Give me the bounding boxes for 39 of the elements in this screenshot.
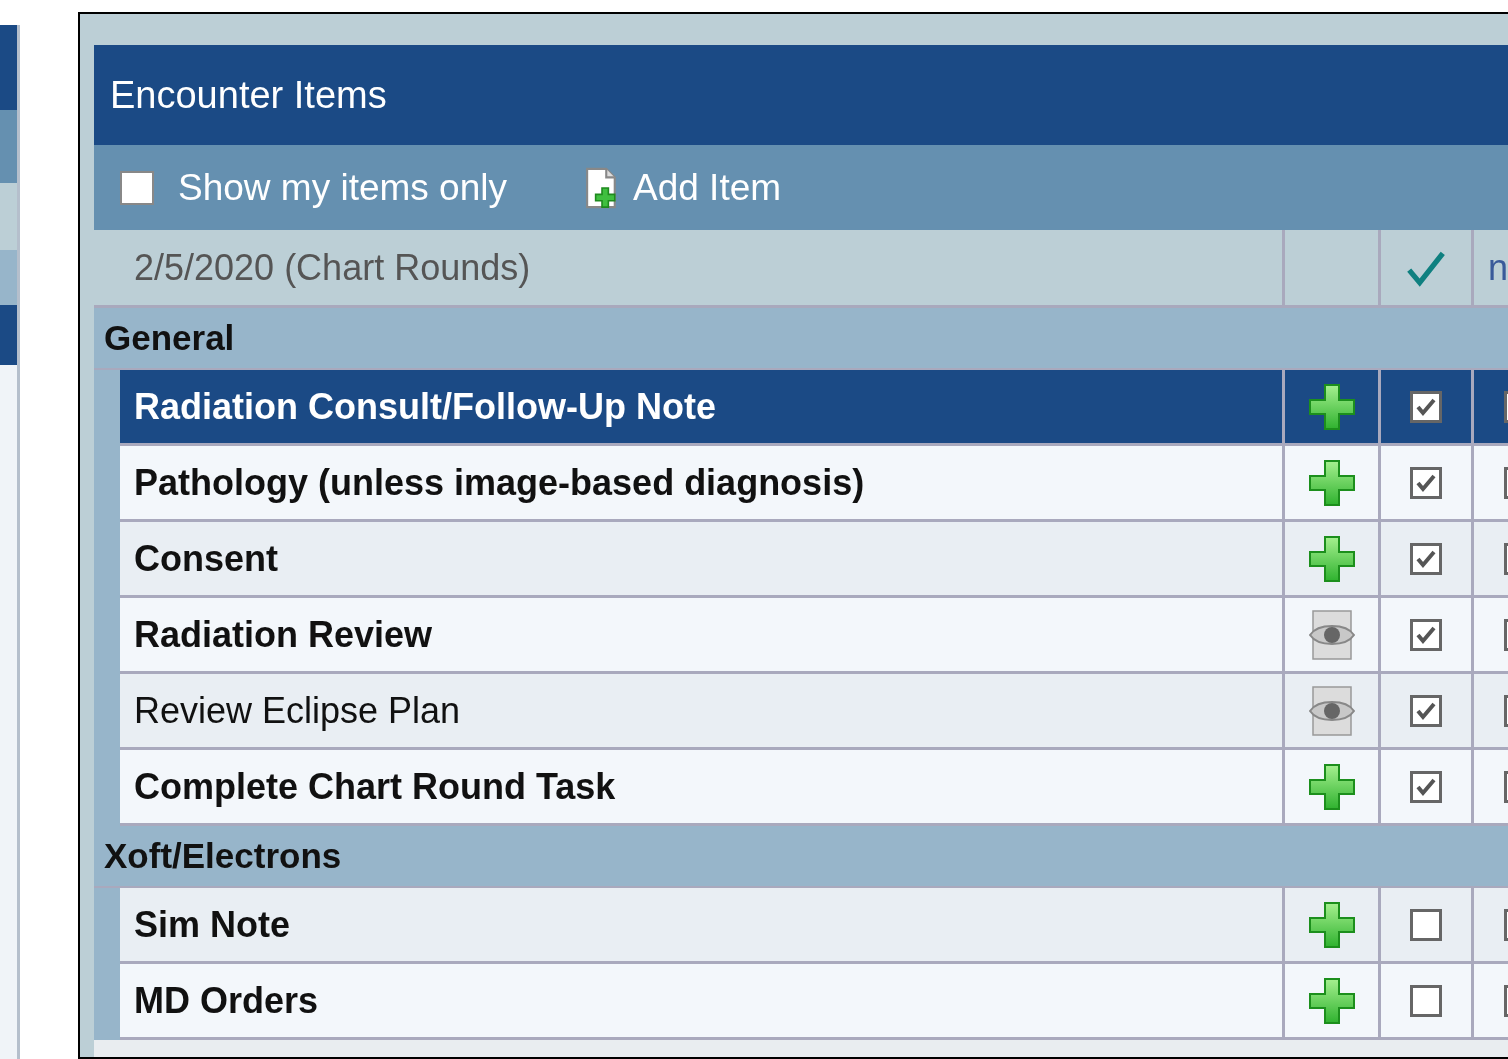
item-row[interactable]: Sim Note (120, 888, 1508, 964)
checkbox[interactable] (1410, 542, 1442, 575)
item-name: Consent (134, 537, 278, 580)
column-heading: n (1487, 246, 1508, 289)
item-row[interactable]: Radiation Consult/Follow-Up Note (120, 370, 1508, 446)
checkbox[interactable] (120, 170, 154, 205)
item-name: Sim Note (134, 903, 291, 946)
item-row[interactable]: Complete Chart Round Task (120, 750, 1508, 826)
plus-icon[interactable] (1307, 976, 1356, 1025)
group-title: Xoft/Electrons (104, 836, 342, 876)
item-name: Complete Chart Round Task (134, 765, 616, 808)
item-name: Pathology (unless image-based diagnosis) (134, 461, 865, 504)
checkbox[interactable] (1410, 466, 1442, 499)
item-row[interactable]: Pathology (unless image-based diagnosis) (120, 446, 1508, 522)
checkbox[interactable] (1410, 984, 1442, 1017)
group-title: General (104, 318, 235, 358)
item-name: Review Eclipse Plan (134, 689, 461, 732)
plus-icon[interactable] (1307, 458, 1356, 507)
add-document-icon (585, 165, 619, 210)
item-row[interactable]: Radiation Review (120, 598, 1508, 674)
checkbox[interactable] (1410, 390, 1442, 423)
plus-icon[interactable] (1307, 762, 1356, 811)
item-row[interactable]: Consent (120, 522, 1508, 598)
checkbox[interactable] (1410, 908, 1442, 941)
plus-icon[interactable] (1307, 900, 1356, 949)
item-row[interactable]: MD Orders (120, 964, 1508, 1040)
item-name: Radiation Review (134, 613, 433, 656)
checkbox[interactable] (1410, 694, 1442, 727)
date-heading: 2/5/2020 (Chart Rounds) (134, 246, 531, 289)
plus-icon[interactable] (1307, 534, 1356, 583)
eye-icon[interactable] (1308, 685, 1355, 736)
checkbox[interactable] (1410, 770, 1442, 803)
window-title: Encounter Items (110, 73, 387, 117)
item-row[interactable]: Review Eclipse Plan (120, 674, 1508, 750)
item-name: MD Orders (134, 979, 319, 1022)
eye-icon[interactable] (1308, 609, 1355, 660)
checkbox[interactable] (1410, 618, 1442, 651)
item-name: Radiation Consult/Follow-Up Note (134, 385, 716, 428)
plus-icon[interactable] (1307, 382, 1356, 431)
